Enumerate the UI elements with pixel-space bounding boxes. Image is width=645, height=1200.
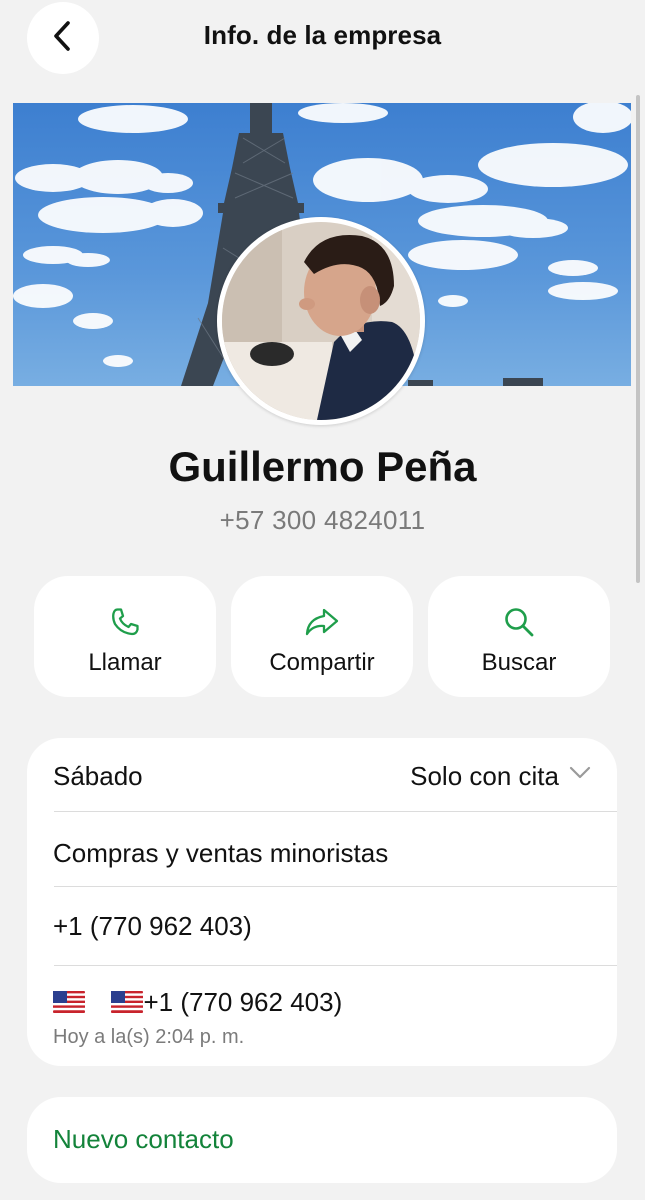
- share-arrow-icon: [304, 606, 340, 643]
- divider: [54, 811, 617, 812]
- profile-name: Guillermo Peña: [168, 443, 477, 490]
- new-contact-link[interactable]: Nuevo contacto: [53, 1124, 234, 1155]
- new-contact-card[interactable]: Nuevo contacto: [27, 1097, 617, 1183]
- share-button[interactable]: Compartir: [231, 576, 413, 697]
- call-button-label: Llamar: [88, 649, 162, 676]
- timestamp: Hoy a la(s) 2:04 p. m.: [53, 1026, 245, 1048]
- chevron-down-icon[interactable]: [569, 766, 591, 785]
- phone-icon: [109, 606, 141, 643]
- page-title: Info. de la empresa: [203, 20, 442, 50]
- us-flag-icon: [53, 989, 85, 1020]
- hours-day: Sábado: [53, 761, 143, 791]
- avatar[interactable]: [217, 217, 425, 425]
- profile-phone: +57 300 4824011: [219, 505, 426, 535]
- hours-value: Solo con cita: [410, 761, 559, 791]
- search-button[interactable]: Buscar: [428, 576, 610, 697]
- search-button-label: Buscar: [481, 649, 557, 676]
- flagged-phone-row[interactable]: +1 (770 962 403): [53, 987, 342, 1020]
- business-phone[interactable]: +1 (770 962 403): [53, 911, 252, 942]
- divider: [54, 965, 617, 966]
- share-button-label: Compartir: [269, 649, 375, 676]
- flagged-phone-number: +1 (770 962 403): [143, 987, 343, 1017]
- us-flag-icon: [111, 989, 144, 1020]
- search-icon: [503, 606, 535, 643]
- divider: [54, 886, 617, 887]
- business-info-card: Sábado Solo con cita Compras y ventas mi…: [27, 738, 617, 1066]
- business-category: Compras y ventas minoristas: [53, 838, 389, 868]
- call-button[interactable]: Llamar: [34, 576, 216, 697]
- business-info-screen: Info. de la empresa Guillermo Peña +57 3…: [0, 0, 645, 1200]
